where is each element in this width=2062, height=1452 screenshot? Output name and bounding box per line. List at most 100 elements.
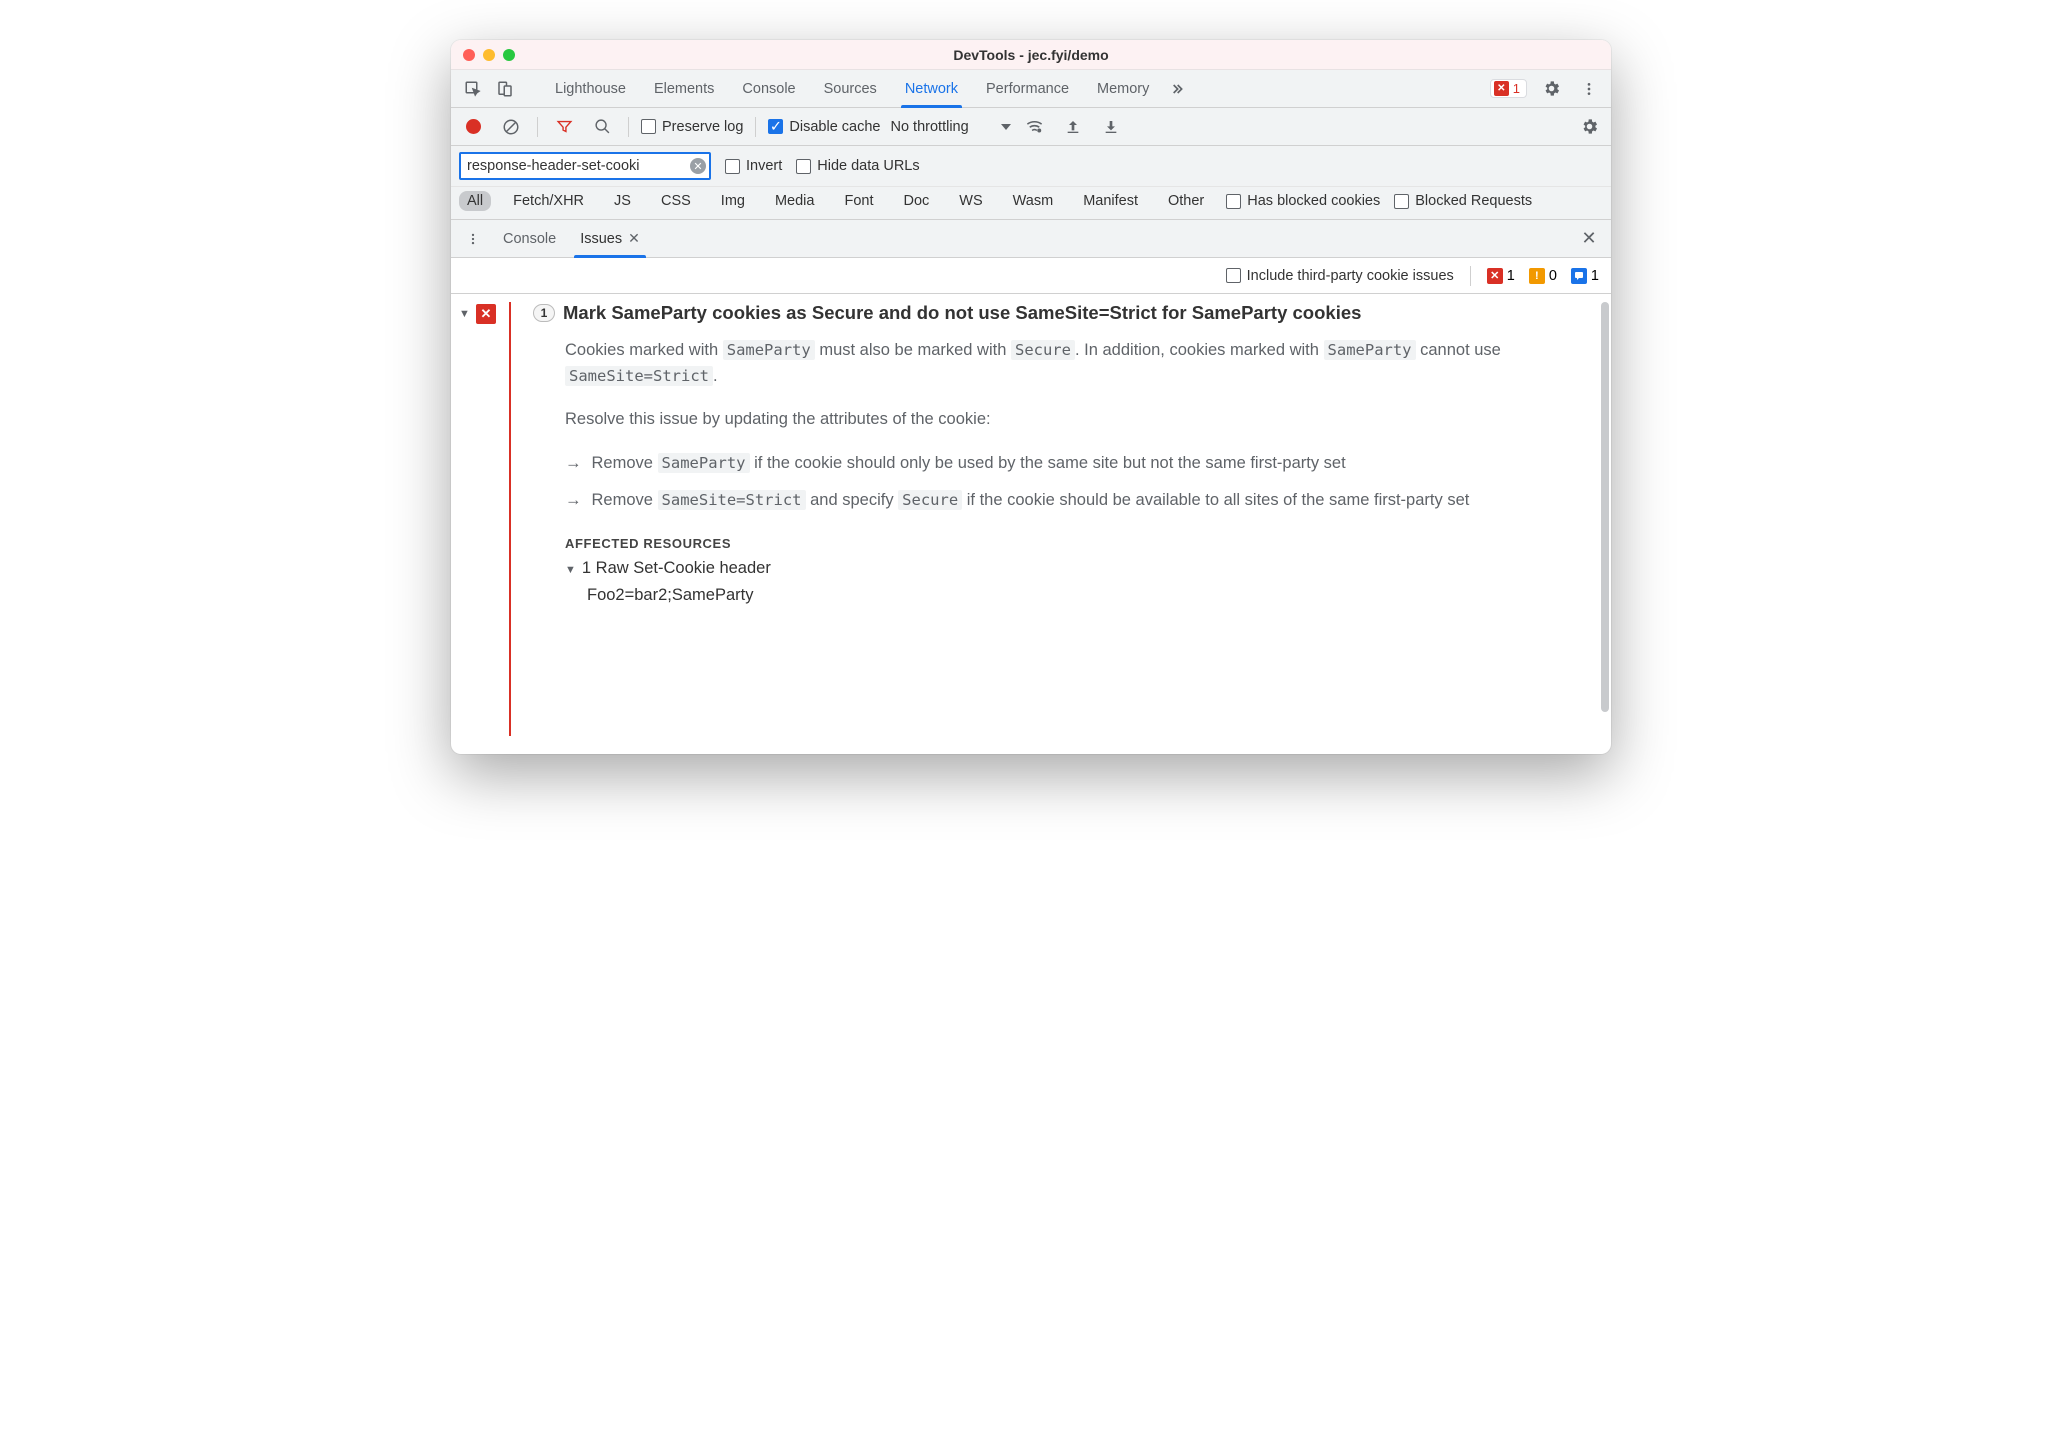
inspect-element-icon[interactable] <box>459 75 487 103</box>
issue-warn-count[interactable]: ! 0 <box>1529 268 1557 284</box>
arrow-icon: → <box>565 451 582 477</box>
error-icon: ✕ <box>1494 81 1509 96</box>
include-3p-checkbox[interactable]: Include third-party cookie issues <box>1226 268 1454 284</box>
error-badge-count: 1 <box>1507 268 1515 284</box>
blocked-requests-label: Blocked Requests <box>1415 193 1532 209</box>
invert-checkbox[interactable]: Invert <box>725 158 782 174</box>
checkbox-icon <box>796 159 811 174</box>
throttling-value: No throttling <box>890 119 968 135</box>
filter-icon[interactable] <box>550 113 578 141</box>
disable-cache-checkbox[interactable]: ✓ Disable cache <box>768 119 880 135</box>
disable-cache-label: Disable cache <box>789 119 880 135</box>
drawer-kebab-icon[interactable] <box>459 225 487 253</box>
device-toolbar-icon[interactable] <box>491 75 519 103</box>
kebab-menu-icon[interactable] <box>1575 75 1603 103</box>
close-tab-icon[interactable]: ✕ <box>628 230 640 247</box>
collapse-icon: ▼ <box>565 564 576 576</box>
error-count-badge[interactable]: ✕ 1 <box>1490 79 1527 98</box>
upload-har-icon[interactable] <box>1059 113 1087 141</box>
drawer-tab-console[interactable]: Console <box>491 220 568 258</box>
has-blocked-label: Has blocked cookies <box>1247 193 1380 209</box>
type-css[interactable]: CSS <box>653 191 699 211</box>
hide-data-urls-label: Hide data URLs <box>817 158 919 174</box>
type-fetch-xhr[interactable]: Fetch/XHR <box>505 191 592 211</box>
tab-console[interactable]: Console <box>728 70 809 108</box>
type-all[interactable]: All <box>459 191 491 211</box>
tab-sources[interactable]: Sources <box>810 70 891 108</box>
search-icon[interactable] <box>588 113 616 141</box>
issue-resolve-text: Resolve this issue by updating the attri… <box>533 407 1601 433</box>
type-media[interactable]: Media <box>767 191 823 211</box>
tab-network[interactable]: Network <box>891 70 972 108</box>
type-img[interactable]: Img <box>713 191 753 211</box>
tab-lighthouse[interactable]: Lighthouse <box>541 70 640 108</box>
checkbox-icon <box>1226 268 1241 283</box>
titlebar: DevTools - jec.fyi/demo <box>451 40 1611 70</box>
clear-icon[interactable] <box>497 113 525 141</box>
checkbox-icon <box>641 119 656 134</box>
panel-tabs: Lighthouse Elements Console Sources Netw… <box>541 70 1486 108</box>
issue-count-badge: 1 <box>533 304 555 322</box>
issue-error-icon: ✕ <box>476 304 496 324</box>
error-count: 1 <box>1513 81 1520 96</box>
network-settings-icon[interactable] <box>1575 113 1603 141</box>
invert-label: Invert <box>746 158 782 174</box>
type-other[interactable]: Other <box>1160 191 1212 211</box>
drawer-tab-issues[interactable]: Issues ✕ <box>568 220 652 258</box>
tab-performance[interactable]: Performance <box>972 70 1083 108</box>
network-conditions-icon[interactable] <box>1021 113 1049 141</box>
affected-resources-heading: AFFECTED RESOURCES <box>565 536 1601 551</box>
issue-info-count[interactable]: 1 <box>1571 268 1599 284</box>
tab-memory[interactable]: Memory <box>1083 70 1163 108</box>
drawer-tabbar: Console Issues ✕ ✕ <box>451 220 1611 258</box>
has-blocked-cookies-checkbox[interactable]: Has blocked cookies <box>1226 193 1380 209</box>
issue-bullet-2: → Remove SameSite=Strict and specify Sec… <box>533 488 1601 514</box>
settings-icon[interactable] <box>1537 75 1565 103</box>
main-tabbar: Lighthouse Elements Console Sources Netw… <box>451 70 1611 108</box>
affected-resource-value: Foo2=bar2;SameParty <box>533 586 1601 605</box>
scrollbar[interactable] <box>1601 302 1609 712</box>
arrow-icon: → <box>565 488 582 514</box>
type-wasm[interactable]: Wasm <box>1005 191 1062 211</box>
issue-title-row[interactable]: 1 Mark SameParty cookies as Secure and do… <box>533 302 1601 324</box>
checkbox-icon <box>1226 194 1241 209</box>
affected-resource-row[interactable]: ▼ 1 Raw Set-Cookie header <box>533 559 1601 578</box>
include-3p-label: Include third-party cookie issues <box>1247 268 1454 284</box>
type-ws[interactable]: WS <box>951 191 990 211</box>
filter-input[interactable] <box>459 152 711 180</box>
checkbox-checked-icon: ✓ <box>768 119 783 134</box>
devtools-window: DevTools - jec.fyi/demo Lighthouse Eleme… <box>451 40 1611 754</box>
preserve-log-checkbox[interactable]: Preserve log <box>641 119 743 135</box>
type-doc[interactable]: Doc <box>895 191 937 211</box>
hide-data-urls-checkbox[interactable]: Hide data URLs <box>796 158 919 174</box>
issue-bullet-1: → Remove SameParty if the cookie should … <box>533 451 1601 477</box>
more-tabs-icon[interactable] <box>1163 75 1191 103</box>
blocked-requests-checkbox[interactable]: Blocked Requests <box>1394 193 1532 209</box>
collapse-icon[interactable]: ▼ <box>459 308 470 320</box>
affected-row-label: 1 Raw Set-Cookie header <box>582 559 771 578</box>
chevron-down-icon <box>1001 122 1011 132</box>
issue-title-text: Mark SameParty cookies as Secure and do … <box>563 302 1361 323</box>
network-filter-row: ✕ Invert Hide data URLs <box>451 146 1611 187</box>
download-har-icon[interactable] <box>1097 113 1125 141</box>
close-drawer-icon[interactable]: ✕ <box>1575 225 1603 253</box>
type-manifest[interactable]: Manifest <box>1075 191 1146 211</box>
network-toolbar: Preserve log ✓ Disable cache No throttli… <box>451 108 1611 146</box>
preserve-log-label: Preserve log <box>662 119 743 135</box>
type-js[interactable]: JS <box>606 191 639 211</box>
issue-error-count[interactable]: ✕ 1 <box>1487 268 1515 284</box>
type-font[interactable]: Font <box>836 191 881 211</box>
tab-elements[interactable]: Elements <box>640 70 728 108</box>
checkbox-icon <box>725 159 740 174</box>
drawer-tab-issues-label: Issues <box>580 231 622 247</box>
throttling-select[interactable]: No throttling <box>890 119 1010 135</box>
warn-badge-icon: ! <box>1529 268 1545 284</box>
window-title: DevTools - jec.fyi/demo <box>451 47 1611 63</box>
record-button[interactable] <box>459 113 487 141</box>
info-badge-icon <box>1571 268 1587 284</box>
clear-filter-icon[interactable]: ✕ <box>690 158 706 174</box>
resource-type-filter: All Fetch/XHR JS CSS Img Media Font Doc … <box>451 187 1611 220</box>
checkbox-icon <box>1394 194 1409 209</box>
issue-description: Cookies marked with SameParty must also … <box>533 338 1601 389</box>
warn-badge-count: 0 <box>1549 268 1557 284</box>
